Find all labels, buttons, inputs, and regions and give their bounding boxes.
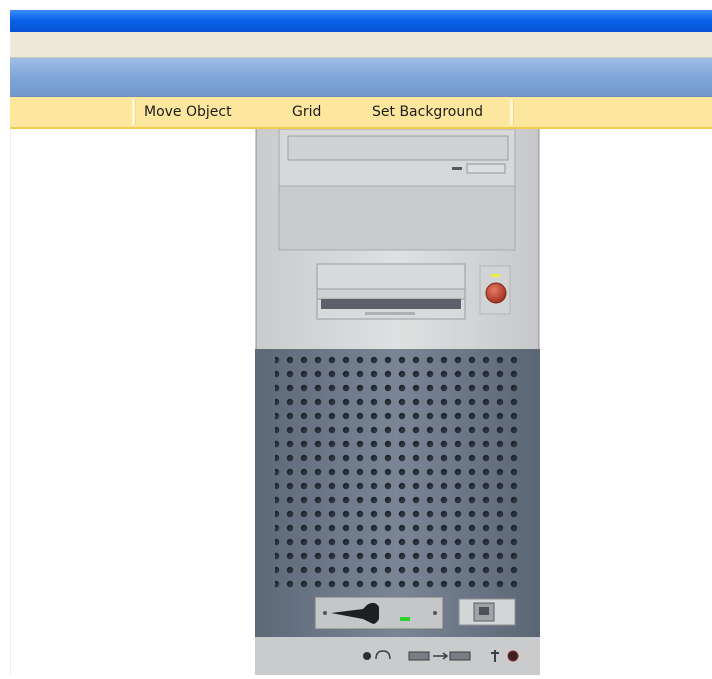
power-button <box>485 282 507 304</box>
window-title-bar <box>10 10 712 32</box>
header-band <box>10 58 712 97</box>
toolbar-separator <box>510 99 514 125</box>
toolbar: Move Object Grid Set Background <box>10 97 712 129</box>
card-led <box>400 617 410 621</box>
front-io-panel <box>255 637 540 675</box>
ventilation-holes <box>275 355 521 590</box>
set-background-button[interactable]: Set Background <box>372 102 483 122</box>
headphone-jack-icon <box>363 652 371 660</box>
move-object-button[interactable]: Move Object <box>144 102 232 122</box>
eject-button <box>466 163 506 174</box>
menu-bar <box>10 32 712 58</box>
usb-port-icon <box>408 651 430 661</box>
usb-port-icon <box>449 651 471 661</box>
computer-tower-object[interactable] <box>255 128 540 675</box>
grid-button[interactable]: Grid <box>292 102 321 122</box>
mic-jack-icon <box>507 650 519 662</box>
eject-indicator <box>452 167 462 170</box>
optical-drive-tray <box>287 135 509 161</box>
floppy-slot <box>321 299 461 309</box>
power-led <box>491 274 500 277</box>
toolbar-separator <box>132 99 136 125</box>
computer-tower-illustration <box>255 128 540 675</box>
